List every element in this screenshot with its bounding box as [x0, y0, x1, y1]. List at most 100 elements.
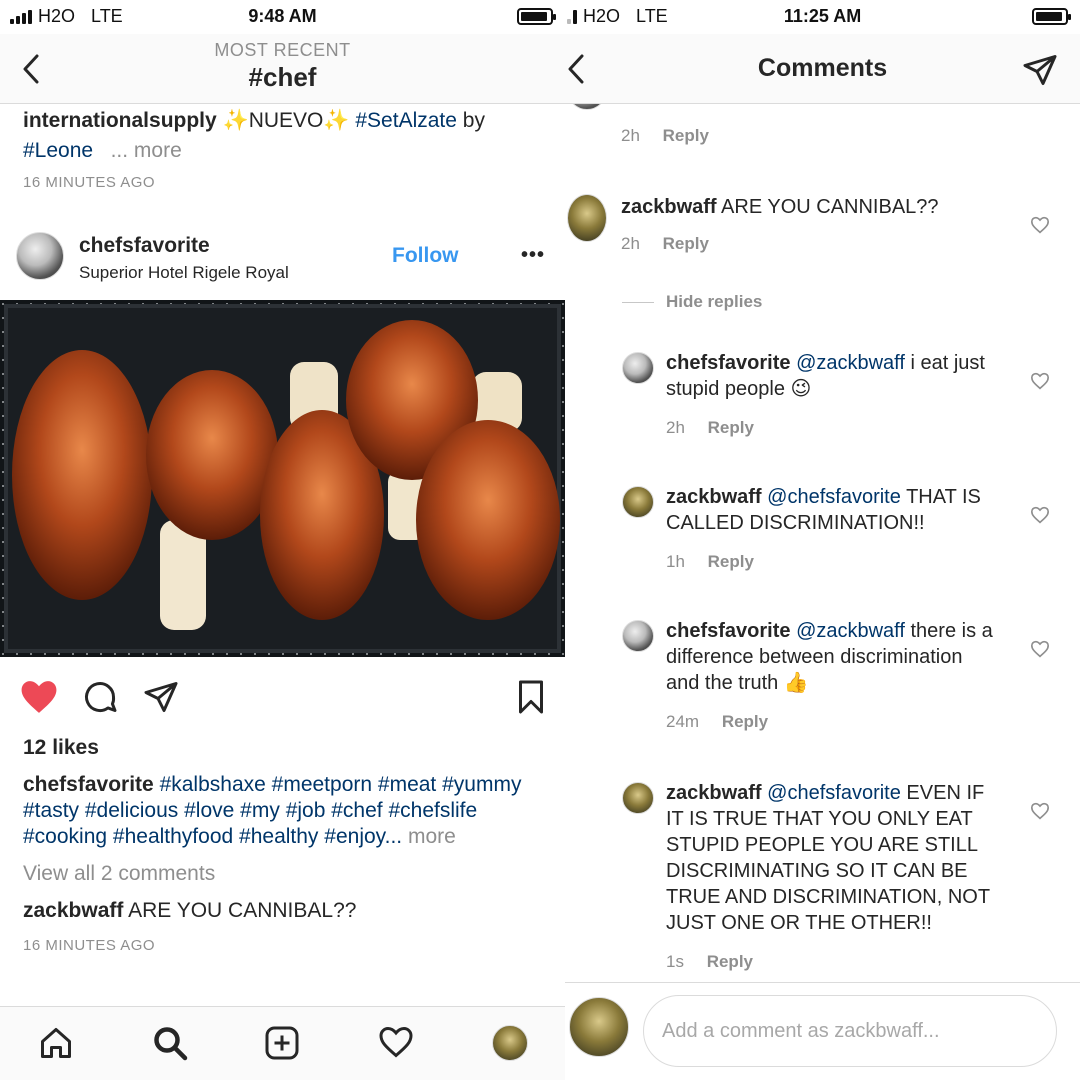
- hashtag-link[interactable]: #healthy: [239, 825, 318, 848]
- comment-body: zackbwaff @chefsfavorite EVEN IF IT IS T…: [666, 780, 1001, 936]
- hashtag-link[interactable]: #my: [240, 799, 280, 822]
- mention-link[interactable]: @zackbwaff: [796, 620, 905, 642]
- comment-text: ARE YOU CANNIBAL??: [128, 899, 357, 922]
- avatar[interactable]: [567, 194, 607, 242]
- header-subtitle: MOST RECENT: [214, 40, 351, 60]
- heart-icon[interactable]: [20, 679, 58, 715]
- hashtag-link[interactable]: #enjoy...: [324, 825, 402, 848]
- post-timestamp: 16 MINUTES AGO: [23, 937, 156, 954]
- more-options-icon[interactable]: •••: [521, 244, 545, 267]
- hashtag-link[interactable]: #job: [286, 799, 326, 822]
- comment-time: 2h: [666, 418, 685, 437]
- comment-username[interactable]: chefsfavorite: [666, 352, 791, 374]
- hide-replies-label: Hide replies: [666, 292, 763, 311]
- comment-time: 2h: [621, 234, 640, 253]
- avatar[interactable]: [16, 232, 64, 280]
- comment-body: chefsfavorite @zackbwaff i eat just stup…: [666, 350, 1001, 402]
- caption-text: NUEVO: [248, 109, 324, 132]
- divider-line: [622, 301, 654, 303]
- like-heart-icon[interactable]: [1030, 216, 1050, 234]
- hashtag-feed-screen: H2O LTE 9:48 AM MOST RECENT #chef intern…: [0, 0, 565, 1080]
- comment-meta: 2h Reply: [621, 126, 709, 146]
- avatar: [569, 997, 629, 1057]
- hashtag-link[interactable]: #yummy: [442, 773, 521, 796]
- hashtag-link[interactable]: #healthyfood: [113, 825, 233, 848]
- avatar[interactable]: [622, 352, 654, 384]
- comments-list: 2h Reply zackbwaff ARE YOU CANNIBAL?? 2h…: [565, 104, 1080, 984]
- hashtag-link[interactable]: #meetporn: [272, 773, 372, 796]
- sparkle-emoji: ✨: [323, 109, 350, 132]
- send-icon[interactable]: [1022, 52, 1058, 88]
- reply-button[interactable]: Reply: [663, 234, 709, 253]
- mention-link[interactable]: @chefsfavorite: [767, 782, 901, 804]
- avatar[interactable]: [567, 104, 607, 110]
- comment-body: zackbwaff @chefsfavorite THAT IS CALLED …: [666, 484, 1001, 536]
- post-image[interactable]: [0, 300, 565, 657]
- like-heart-icon[interactable]: [1030, 802, 1050, 820]
- nav-header: Comments: [565, 34, 1080, 104]
- reply-button[interactable]: Reply: [722, 712, 768, 731]
- comment-time: 2h: [621, 126, 640, 145]
- avatar[interactable]: [622, 620, 654, 652]
- hashtag-link[interactable]: #meat: [378, 773, 436, 796]
- post-location[interactable]: Superior Hotel Rigele Royal: [79, 263, 289, 283]
- hashtag-link[interactable]: #chefslife: [388, 799, 477, 822]
- reply-button[interactable]: Reply: [707, 952, 753, 971]
- like-heart-icon[interactable]: [1030, 372, 1050, 390]
- search-icon[interactable]: [152, 1025, 188, 1061]
- view-all-comments-link[interactable]: View all 2 comments: [23, 862, 215, 886]
- caption-username[interactable]: chefsfavorite: [23, 773, 154, 796]
- reply-button[interactable]: Reply: [708, 552, 754, 571]
- follow-button[interactable]: Follow: [392, 244, 459, 268]
- add-icon[interactable]: [264, 1025, 300, 1061]
- comment-username[interactable]: zackbwaff: [23, 899, 123, 922]
- comments-screen: H2O LTE 11:25 AM Comments 2h Reply zackb…: [565, 0, 1080, 1080]
- caption-more-link[interactable]: more: [408, 825, 456, 848]
- hashtag-link[interactable]: #love: [184, 799, 234, 822]
- caption-username[interactable]: internationalsupply: [23, 109, 217, 132]
- hashtag-link[interactable]: #Leone: [23, 139, 93, 162]
- comment-meta: 1h Reply: [666, 552, 754, 572]
- comment-meta: 1s Reply: [666, 952, 753, 972]
- hashtag-link[interactable]: #cooking: [23, 825, 107, 848]
- comment-username[interactable]: zackbwaff: [621, 196, 717, 218]
- reply-button[interactable]: Reply: [708, 418, 754, 437]
- sparkle-emoji: ✨: [222, 109, 249, 132]
- reply-button[interactable]: Reply: [663, 126, 709, 145]
- comment-input[interactable]: [643, 995, 1057, 1067]
- thumbs-up-emoji: 👍: [783, 672, 809, 694]
- comment-username[interactable]: zackbwaff: [666, 782, 762, 804]
- hashtag-link[interactable]: #tasty: [23, 799, 79, 822]
- page-title: Comments: [757, 54, 888, 82]
- hashtag-link[interactable]: #kalbshaxe: [160, 773, 266, 796]
- comment-time: 1s: [666, 952, 684, 971]
- avatar[interactable]: [622, 486, 654, 518]
- status-time: 11:25 AM: [783, 6, 862, 26]
- bookmark-icon[interactable]: [517, 679, 545, 715]
- comment-time: 24m: [666, 712, 700, 731]
- caption-more-link[interactable]: ... more: [111, 139, 182, 162]
- comment-icon[interactable]: [82, 679, 118, 715]
- like-heart-icon[interactable]: [1030, 640, 1050, 658]
- mention-link[interactable]: @chefsfavorite: [767, 486, 901, 508]
- home-icon[interactable]: [38, 1025, 74, 1061]
- hide-replies-button[interactable]: Hide replies: [622, 292, 762, 312]
- hashtag-link[interactable]: #chef: [331, 799, 382, 822]
- post-actions: [0, 675, 565, 721]
- like-heart-icon[interactable]: [1030, 506, 1050, 524]
- profile-icon[interactable]: [492, 1025, 528, 1061]
- mention-link[interactable]: @zackbwaff: [796, 352, 905, 374]
- hashtag-link[interactable]: #SetAlzate: [355, 109, 457, 132]
- likes-count[interactable]: 12 likes: [23, 736, 99, 760]
- comment-text: EVEN IF IT IS TRUE THAT YOU ONLY EAT STU…: [666, 782, 990, 934]
- comment-username[interactable]: chefsfavorite: [666, 620, 791, 642]
- post-username[interactable]: chefsfavorite: [79, 234, 210, 258]
- avatar[interactable]: [622, 782, 654, 814]
- activity-icon[interactable]: [378, 1025, 414, 1059]
- hashtag-link[interactable]: #delicious: [85, 799, 178, 822]
- status-bar: H2O LTE 11:25 AM: [565, 0, 1080, 34]
- send-icon[interactable]: [142, 679, 180, 715]
- comment-username[interactable]: zackbwaff: [666, 486, 762, 508]
- status-time: 9:48 AM: [248, 6, 317, 26]
- comment-body: chefsfavorite @zackbwaff there is a diff…: [666, 618, 1001, 696]
